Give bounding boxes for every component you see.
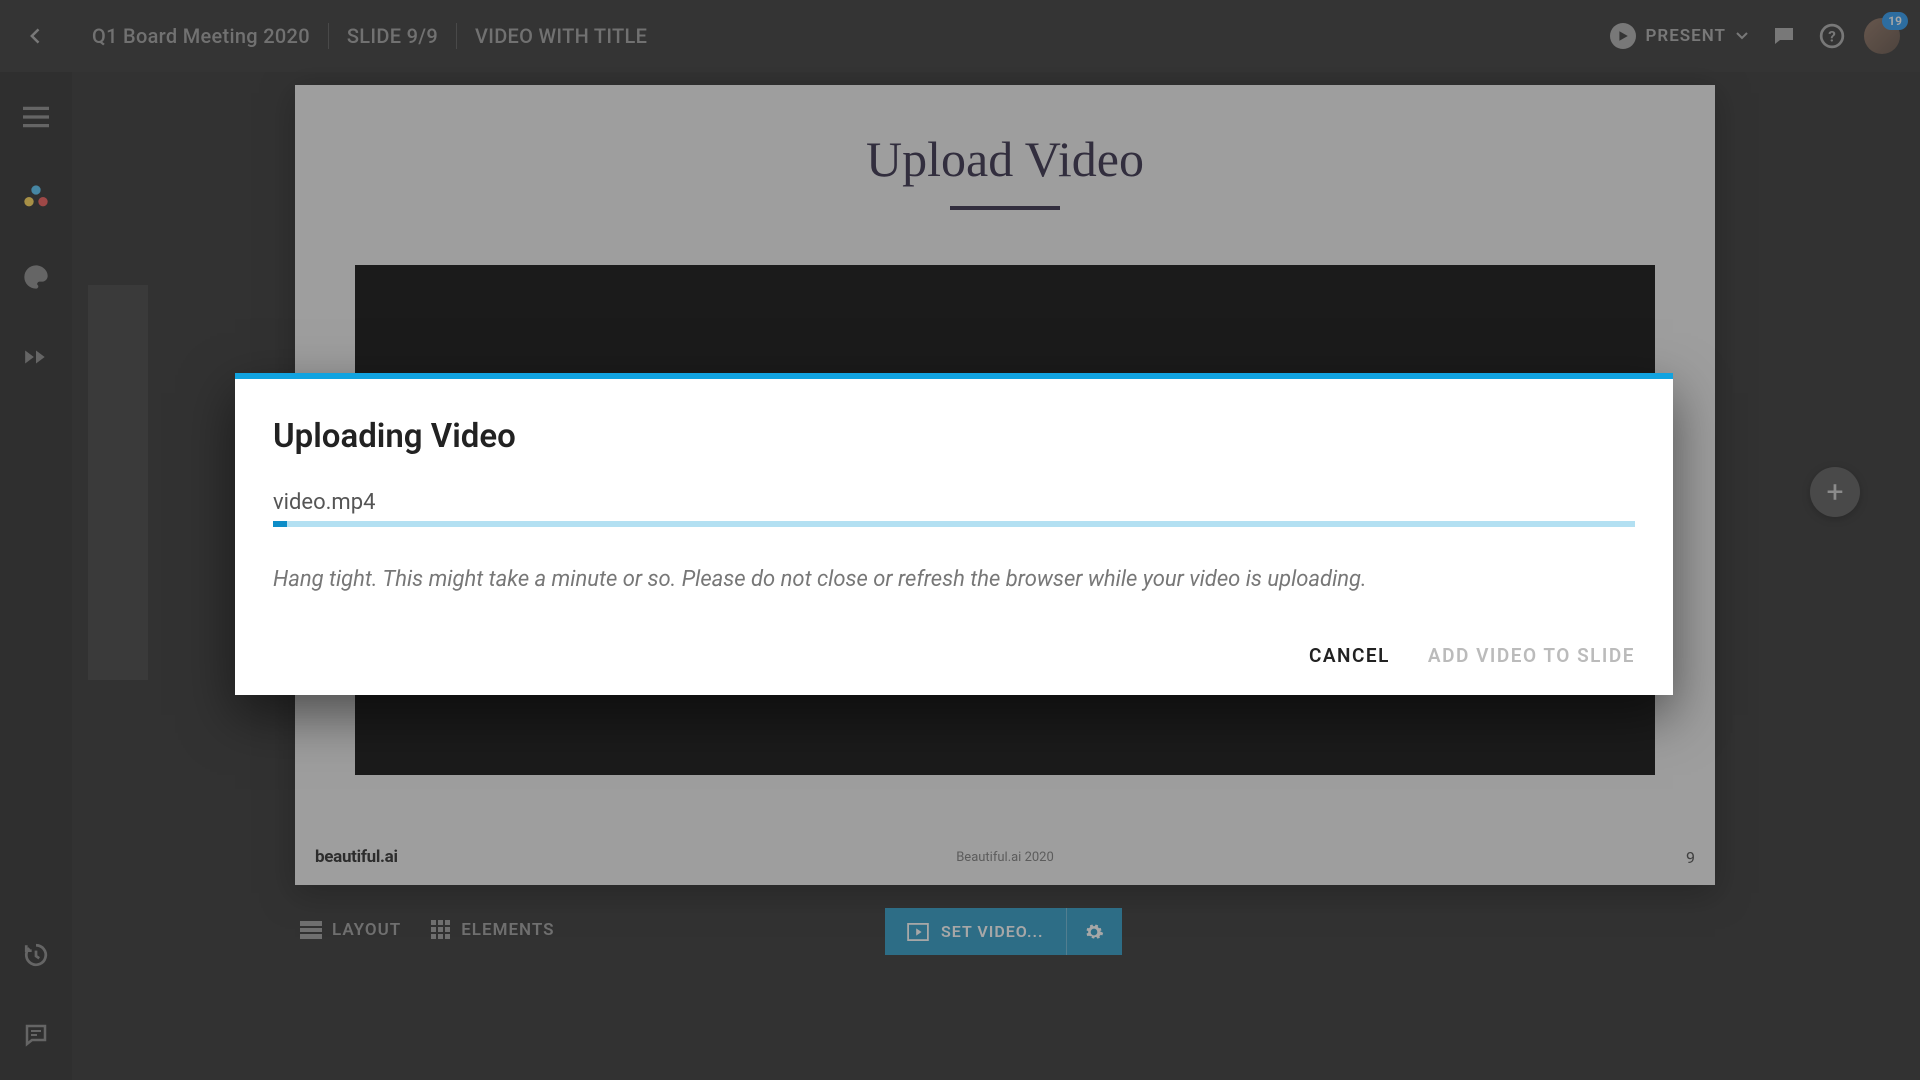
upload-filename: video.mp4: [273, 490, 1635, 515]
cancel-button[interactable]: CANCEL: [1309, 644, 1390, 667]
upload-modal: Uploading Video video.mp4 Hang tight. Th…: [235, 373, 1673, 695]
modal-title: Uploading Video: [273, 417, 1635, 456]
upload-hint: Hang tight. This might take a minute or …: [273, 565, 1635, 596]
progress-fill: [273, 521, 287, 527]
progress-bar: [273, 521, 1635, 527]
add-video-button: ADD VIDEO TO SLIDE: [1428, 644, 1635, 667]
